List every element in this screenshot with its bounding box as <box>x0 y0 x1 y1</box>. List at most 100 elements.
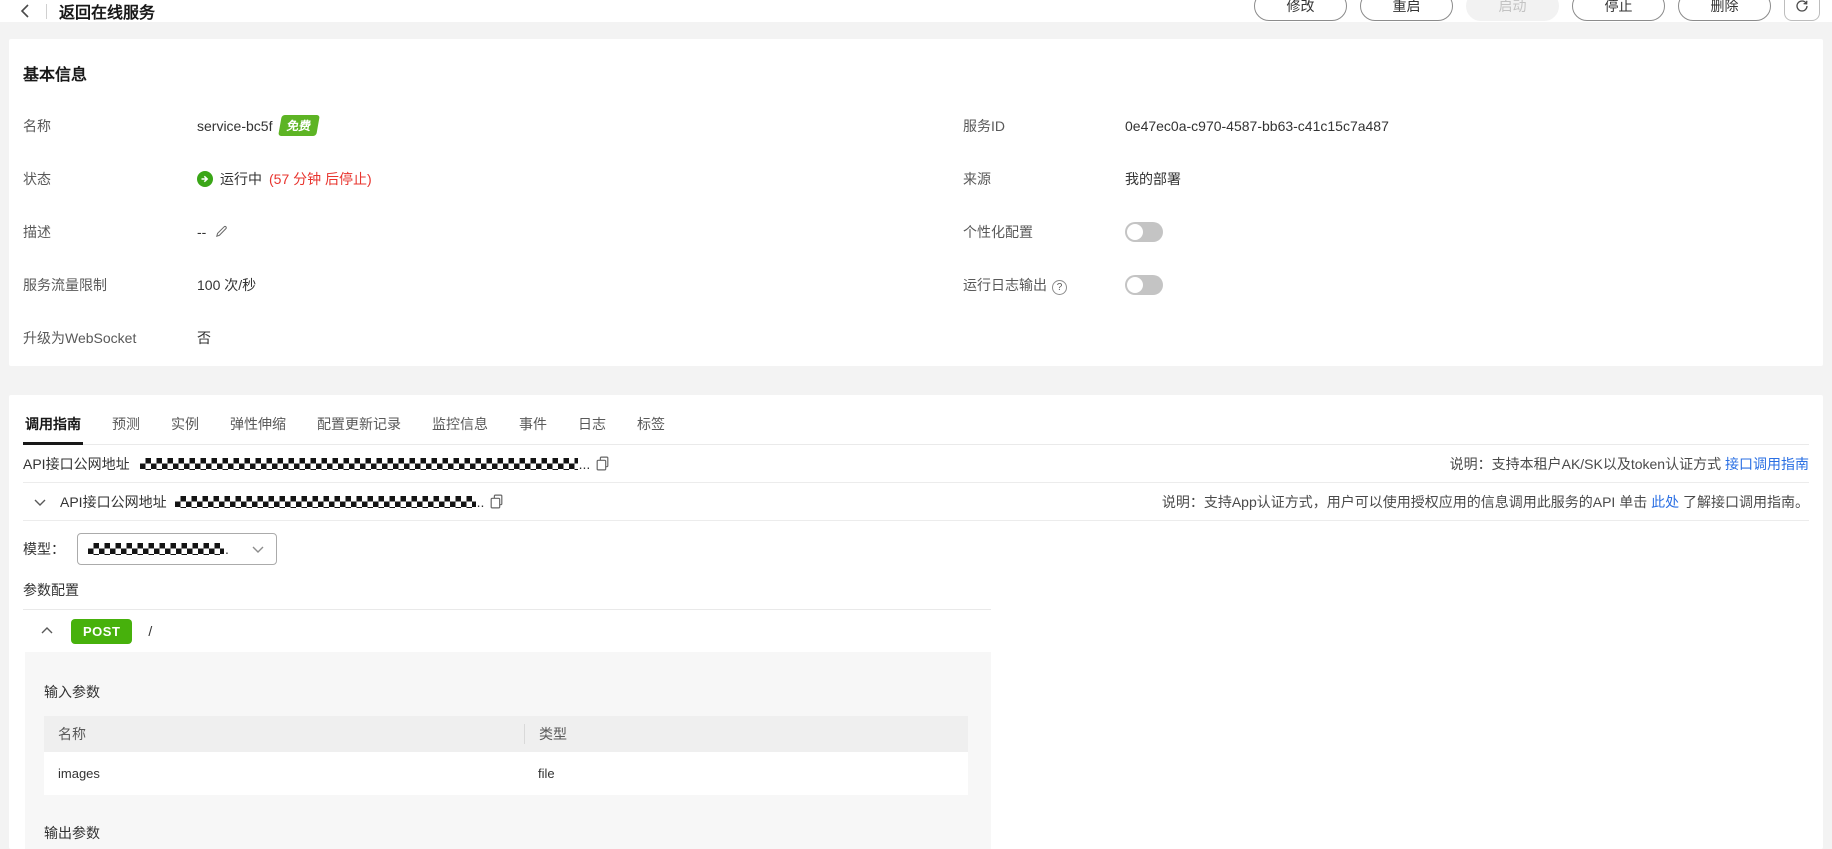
api-note-2: 说明：支持App认证方式，用户可以使用授权应用的信息调用此服务的API 单击 此… <box>1162 492 1809 512</box>
basic-info-grid: 名称 service-bc5f 免费 状态 运行中 (57 分钟 后停止) 描述… <box>23 99 1809 364</box>
help-icon[interactable]: ? <box>1052 279 1067 295</box>
tab-logs[interactable]: 日志 <box>576 408 608 444</box>
source-label: 来源 <box>963 170 991 187</box>
api-address-label-2: API接口公网地址 <box>60 493 167 510</box>
endpoint-detail-panel: 输入参数 名称 类型 images file 输出参数 <box>25 652 991 849</box>
model-row: 模型： . <box>23 533 1809 565</box>
source-value: 我的部署 <box>1125 170 1181 187</box>
chevron-up-icon[interactable] <box>39 623 55 639</box>
name-value: service-bc5f 免费 <box>197 115 321 136</box>
personal-config-row: 个性化配置 <box>963 205 1389 258</box>
refresh-icon <box>1794 0 1810 14</box>
api-note-1: 说明：支持本租户AK/SK以及token认证方式 接口调用指南 <box>1450 454 1809 474</box>
post-method-badge: POST <box>71 618 133 644</box>
tab-monitoring[interactable]: 监控信息 <box>430 408 490 444</box>
table-header: 名称 类型 <box>44 716 968 752</box>
personal-config-toggle[interactable] <box>1125 221 1163 242</box>
description-value: -- <box>197 224 229 240</box>
mask-ellipsis-2: .. <box>476 493 485 510</box>
free-badge: 免费 <box>278 115 321 136</box>
service-id-label: 服务ID <box>963 117 1005 134</box>
description-label: 描述 <box>23 223 51 240</box>
basic-info-left-column: 名称 service-bc5f 免费 状态 运行中 (57 分钟 后停止) 描述… <box>23 99 963 364</box>
running-status-icon <box>197 170 213 187</box>
traffic-limit-row: 服务流量限制 100 次/秒 <box>23 258 963 311</box>
start-button: 启动 <box>1466 0 1559 21</box>
name-label: 名称 <box>23 117 51 134</box>
model-select[interactable]: . <box>77 533 277 565</box>
model-label: 模型： <box>23 541 65 557</box>
masked-api-url <box>139 457 578 470</box>
delete-button[interactable]: 删除 <box>1678 0 1771 21</box>
toggle-knob <box>1127 276 1143 293</box>
back-icon[interactable] <box>18 3 34 19</box>
tab-config-update-records[interactable]: 配置更新记录 <box>315 408 403 444</box>
detail-card: 调用指南 预测 实例 弹性伸缩 配置更新记录 监控信息 事件 日志 标签 API… <box>9 395 1823 849</box>
log-output-row: 运行日志输出? <box>963 258 1389 311</box>
action-buttons: 修改 重启 启动 停止 删除 <box>1254 0 1820 21</box>
status-countdown: (57 分钟 后停止) <box>269 170 372 187</box>
source-row: 来源 我的部署 <box>963 152 1389 205</box>
topbar-left: 返回在线服务 <box>18 0 155 22</box>
service-id-row: 服务ID 0e47ec0a-c970-4587-bb63-c41c15c7a48… <box>963 99 1389 152</box>
basic-info-right-column: 服务ID 0e47ec0a-c970-4587-bb63-c41c15c7a48… <box>963 99 1389 364</box>
title-divider <box>46 3 47 19</box>
traffic-limit-label: 服务流量限制 <box>23 276 107 293</box>
param-config-label: 参数配置 <box>23 582 79 598</box>
toggle-knob <box>1127 223 1143 240</box>
stop-button[interactable]: 停止 <box>1572 0 1665 21</box>
tab-instances[interactable]: 实例 <box>169 408 201 444</box>
restart-button[interactable]: 重启 <box>1360 0 1453 21</box>
note-text: 说明：支持App认证方式，用户可以使用授权应用的信息调用此服务的API 单击 <box>1161 493 1648 510</box>
tab-bar: 调用指南 预测 实例 弹性伸缩 配置更新记录 监控信息 事件 日志 标签 <box>23 395 1809 445</box>
traffic-limit-value: 100 次/秒 <box>197 276 257 293</box>
basic-info-title: 基本信息 <box>23 67 88 84</box>
api-address-row-2: API接口公网地址 .. 说明：支持App认证方式，用户可以使用授权应用的信息调… <box>23 483 1809 521</box>
tab-invocation-guide[interactable]: 调用指南 <box>23 408 83 445</box>
description-text: -- <box>197 223 207 240</box>
api-guide-link[interactable]: 接口调用指南 <box>1725 456 1809 472</box>
status-text: 运行中 <box>220 170 262 187</box>
note-text: 说明：支持本租户AK/SK以及token认证方式 <box>1449 455 1722 472</box>
param-type-cell: file <box>538 765 555 781</box>
note-text: 了解接口调用指南。 <box>1683 493 1809 510</box>
log-output-label: 运行日志输出? <box>963 275 1125 295</box>
log-output-text: 运行日志输出 <box>963 276 1047 293</box>
websocket-value: 否 <box>197 329 211 346</box>
tab-prediction[interactable]: 预测 <box>110 408 142 444</box>
param-name-cell: images <box>58 766 100 781</box>
table-row: images file <box>44 752 968 795</box>
refresh-button[interactable] <box>1784 0 1820 21</box>
mask-ellipsis: ... <box>578 455 591 472</box>
mask-dot: . <box>225 541 229 557</box>
status-row: 状态 运行中 (57 分钟 后停止) <box>23 152 963 205</box>
websocket-label: 升级为WebSocket <box>23 329 137 346</box>
log-output-toggle[interactable] <box>1125 274 1163 295</box>
tab-auto-scaling[interactable]: 弹性伸缩 <box>228 408 288 444</box>
basic-info-card: 基本信息 名称 service-bc5f 免费 状态 运行中 (57 分钟 后停… <box>9 39 1823 366</box>
masked-model-name <box>88 543 224 555</box>
post-endpoint-row: POST / <box>23 610 1809 652</box>
modify-button[interactable]: 修改 <box>1254 0 1347 21</box>
tab-tags[interactable]: 标签 <box>635 408 667 444</box>
column-header-type: 类型 <box>524 724 968 744</box>
input-params-title: 输入参数 <box>44 684 100 700</box>
copy-icon[interactable] <box>488 493 505 510</box>
service-name: service-bc5f <box>197 117 273 134</box>
copy-icon[interactable] <box>594 455 611 472</box>
api-address-label: API接口公网地址 <box>23 455 130 472</box>
here-link[interactable]: 此处 <box>1651 494 1679 510</box>
input-params-table: 名称 类型 images file <box>44 716 968 795</box>
api-address-row-1: API接口公网地址 ... 说明：支持本租户AK/SK以及token认证方式 接… <box>23 445 1809 483</box>
column-header-name: 名称 <box>58 726 86 742</box>
chevron-down-icon[interactable] <box>32 494 48 510</box>
chevron-down-icon <box>250 541 266 557</box>
edit-icon[interactable] <box>214 224 229 239</box>
post-path: / <box>148 623 153 639</box>
output-params-title: 输出参数 <box>44 825 100 841</box>
status-value: 运行中 (57 分钟 后停止) <box>197 169 372 189</box>
tab-events[interactable]: 事件 <box>517 408 549 444</box>
topbar: 返回在线服务 修改 重启 启动 停止 删除 <box>0 0 1832 22</box>
personal-config-label: 个性化配置 <box>963 223 1033 240</box>
status-label: 状态 <box>23 170 51 187</box>
